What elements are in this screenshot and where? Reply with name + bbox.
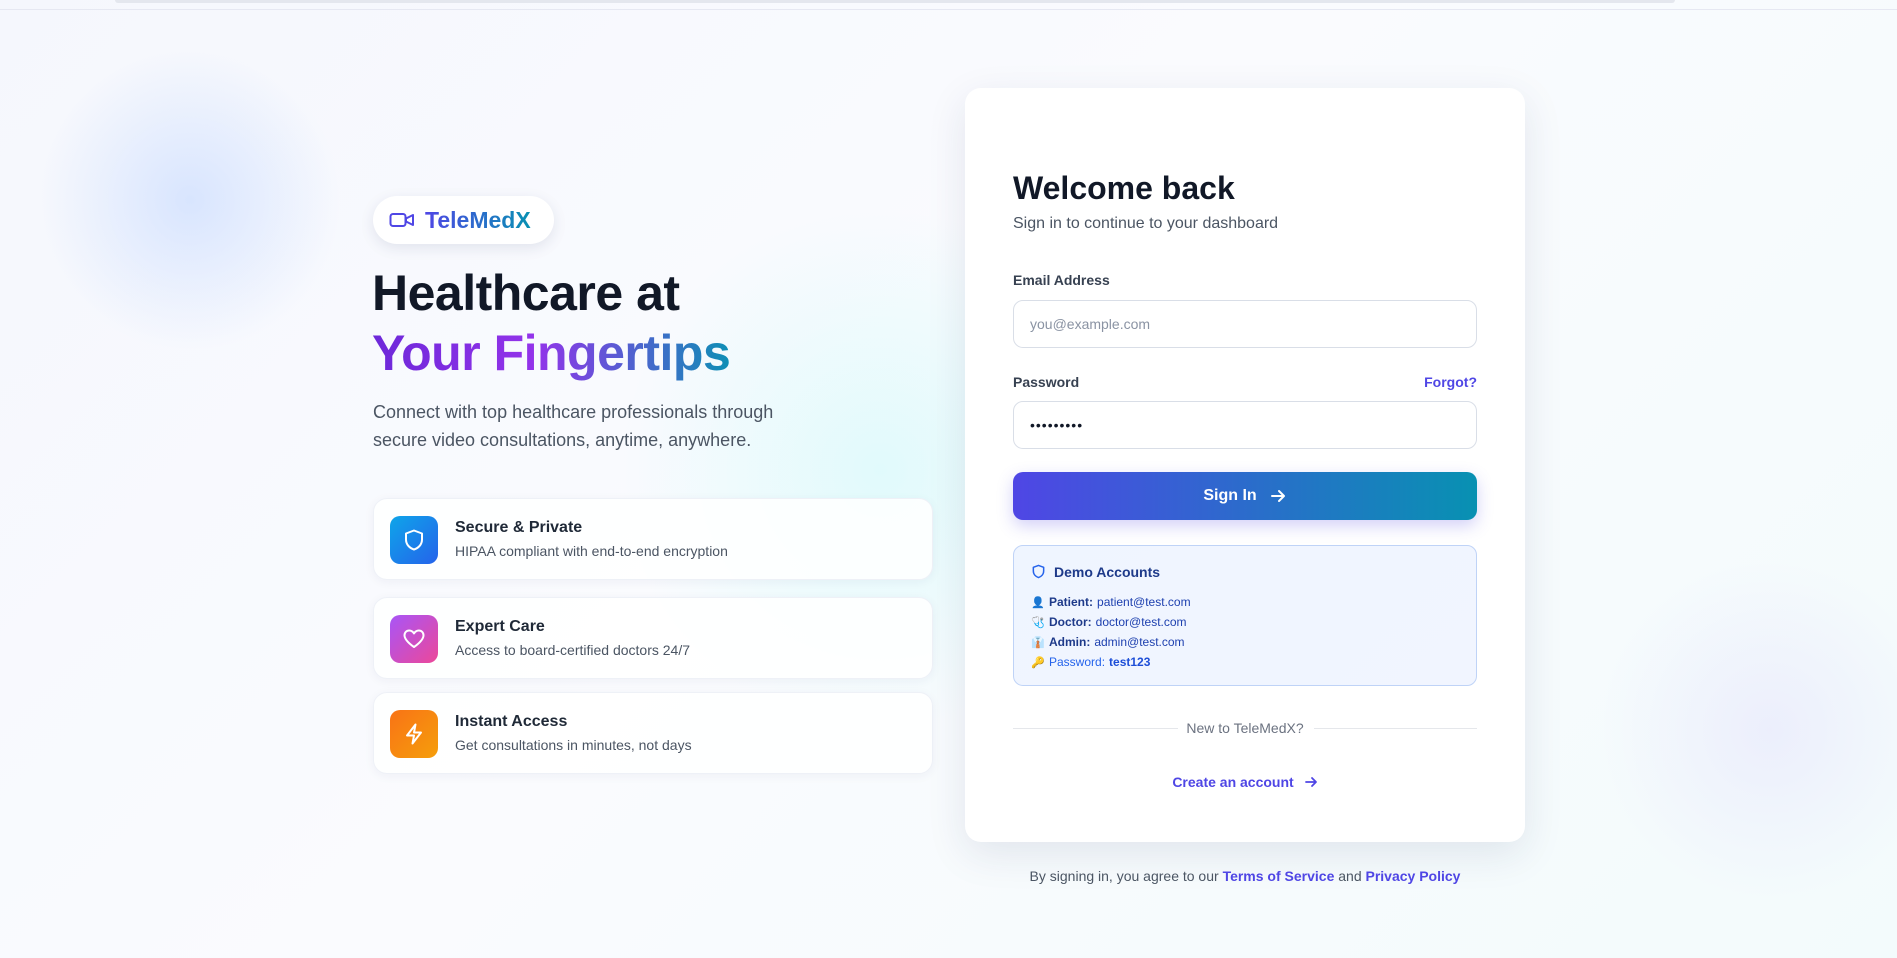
- video-camera-icon: [389, 213, 414, 227]
- feature-card-instant: Instant Access Get consultations in minu…: [373, 692, 933, 774]
- hero-title-line2: Your Fingertips: [372, 325, 731, 381]
- feature-description: HIPAA compliant with end-to-end encrypti…: [455, 543, 728, 559]
- demo-password: 🔑 Password: test123: [1031, 655, 1150, 669]
- feature-description: Access to board-certified doctors 24/7: [455, 642, 691, 658]
- create-account-link[interactable]: Create an account: [1013, 774, 1477, 790]
- demo-account-doctor[interactable]: 🩺 Doctor: doctor@test.com: [1031, 615, 1187, 629]
- scrollbar-track: [115, 0, 1675, 3]
- feature-card-expert: Expert Care Access to board-certified do…: [373, 597, 933, 679]
- doctor-icon: 🩺: [1031, 616, 1045, 629]
- legal-and: and: [1338, 868, 1362, 884]
- demo-password-value: test123: [1109, 655, 1151, 669]
- login-title: Welcome back: [1013, 170, 1235, 206]
- divider-line-right: [1314, 728, 1477, 729]
- forgot-password-link[interactable]: Forgot?: [1424, 374, 1477, 390]
- password-label: Password: [1013, 374, 1080, 390]
- browser-top-edge: [0, 0, 1897, 10]
- email-label: Email Address: [1013, 272, 1110, 288]
- feature-description: Get consultations in minutes, not days: [455, 737, 692, 753]
- feature-card-secure: Secure & Private HIPAA compliant with en…: [373, 498, 933, 580]
- demo-role: Doctor:: [1049, 615, 1092, 629]
- brand-name: TeleMedX: [425, 206, 531, 233]
- demo-account-admin[interactable]: 👔 Admin: admin@test.com: [1031, 635, 1185, 649]
- sign-in-label: Sign In: [1203, 487, 1257, 504]
- feature-title: Instant Access: [455, 713, 568, 730]
- demo-email: doctor@test.com: [1095, 615, 1187, 629]
- login-subtitle: Sign in to continue to your dashboard: [1013, 215, 1279, 232]
- privacy-policy-link[interactable]: Privacy Policy: [1366, 868, 1461, 884]
- brand-logo[interactable]: TeleMedX: [373, 196, 554, 244]
- arrow-right-icon: [1304, 777, 1317, 787]
- legal-notice: By signing in, you agree to our Terms of…: [965, 868, 1525, 884]
- shield-icon: [1032, 564, 1045, 579]
- demo-email: admin@test.com: [1094, 635, 1185, 649]
- feature-title: Secure & Private: [455, 519, 583, 536]
- demo-accounts-panel: Demo Accounts 👤 Patient: patient@test.co…: [1013, 545, 1477, 686]
- demo-account-patient[interactable]: 👤 Patient: patient@test.com: [1031, 595, 1191, 609]
- heart-icon: [390, 615, 438, 663]
- legal-prefix: By signing in, you agree to our: [1029, 868, 1219, 884]
- password-field[interactable]: [1013, 401, 1477, 449]
- shield-icon: [390, 516, 438, 564]
- hero-title-line1: Healthcare at: [372, 265, 680, 321]
- create-account-label: Create an account: [1172, 774, 1294, 790]
- demo-role: Patient:: [1049, 595, 1094, 609]
- arrow-right-icon: [1270, 490, 1285, 502]
- person-icon: 👤: [1031, 596, 1045, 609]
- admin-icon: 👔: [1031, 636, 1045, 649]
- demo-password-label: Password:: [1049, 655, 1106, 669]
- lightning-icon: [390, 710, 438, 758]
- sign-in-button[interactable]: Sign In: [1013, 472, 1477, 520]
- login-card: Welcome back Sign in to continue to your…: [965, 88, 1525, 842]
- hero-subtitle: Connect with top healthcare professional…: [373, 402, 774, 450]
- terms-of-service-link[interactable]: Terms of Service: [1223, 868, 1335, 884]
- demo-accounts-title: Demo Accounts: [1054, 564, 1161, 580]
- email-field[interactable]: [1013, 300, 1477, 348]
- feature-title: Expert Care: [455, 618, 545, 635]
- page-background: [0, 0, 1897, 958]
- key-icon: 🔑: [1031, 656, 1045, 669]
- demo-email: patient@test.com: [1097, 595, 1191, 609]
- demo-role: Admin:: [1049, 635, 1091, 649]
